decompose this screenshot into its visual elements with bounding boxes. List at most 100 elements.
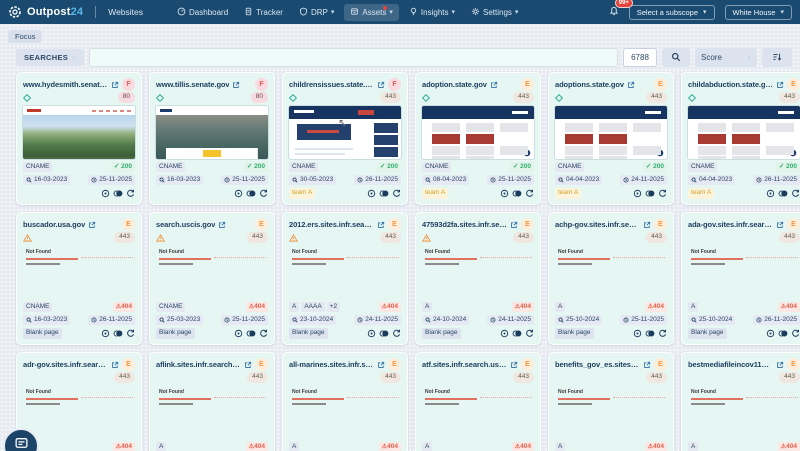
screenshot-icon[interactable] — [500, 329, 509, 338]
record-type-chip: A — [688, 441, 699, 451]
refresh-icon[interactable] — [525, 329, 534, 338]
external-link-icon[interactable] — [643, 361, 651, 369]
external-link-icon[interactable] — [377, 221, 385, 229]
screenshot-icon[interactable] — [101, 329, 110, 338]
external-link-icon[interactable] — [776, 221, 784, 229]
external-link-icon[interactable] — [627, 81, 635, 89]
refresh-icon[interactable] — [392, 189, 401, 198]
refresh-icon[interactable] — [259, 329, 268, 338]
website-card[interactable]: search.uscis.gov E 443 Not Found ↖ CNAME… — [149, 212, 275, 345]
site-thumbnail: Not Found ↖ — [422, 106, 534, 159]
search-button[interactable] — [662, 48, 690, 67]
website-card[interactable]: buscador.usa.gov E 443 Not Found ↖ CNAME… — [16, 212, 142, 345]
website-card[interactable]: achp-gov.sites.infr.search... E 443 Not … — [548, 212, 674, 345]
screenshot-icon[interactable] — [766, 329, 775, 338]
screenshot-icon[interactable] — [766, 189, 775, 198]
external-link-icon[interactable] — [643, 221, 651, 229]
search-input[interactable] — [88, 48, 618, 67]
external-link-icon[interactable] — [244, 361, 252, 369]
external-link-icon[interactable] — [510, 361, 518, 369]
website-card[interactable]: ada-gov.sites.infr.search... E 443 Not F… — [681, 212, 800, 345]
external-link-icon[interactable] — [111, 361, 119, 369]
port-badge: 443 — [779, 372, 800, 383]
searches-dropdown[interactable]: SEARCHES — [16, 49, 84, 66]
external-link-icon[interactable] — [377, 361, 385, 369]
nav-item-dashboard[interactable]: Dashboard — [171, 4, 234, 21]
website-card[interactable]: bestmediafileincov11711hec... E 443 Not … — [681, 352, 800, 451]
record-chips: A AAAA +2 — [289, 301, 341, 313]
website-card[interactable]: adoptions.state.gov E 443 Not Found ↖ CN… — [548, 72, 674, 205]
website-card[interactable]: childabduction.state.gov E 443 Not Found… — [681, 72, 800, 205]
site-thumbnail: Not Found ↖ — [23, 246, 135, 299]
website-card[interactable]: 47593d2fa.sites.infr.searc... E 443 Not … — [415, 212, 541, 345]
compare-icon[interactable] — [246, 189, 256, 198]
external-link-icon[interactable] — [232, 81, 240, 89]
refresh-icon[interactable] — [658, 189, 667, 198]
port-badge: 443 — [513, 372, 534, 383]
compare-icon[interactable] — [113, 189, 123, 198]
compare-icon[interactable] — [512, 329, 522, 338]
screenshot-icon[interactable] — [633, 329, 642, 338]
website-card[interactable]: all-marines.sites.infr.sea... E 443 Not … — [282, 352, 408, 451]
refresh-icon[interactable] — [791, 189, 800, 198]
website-card[interactable]: 2012.ers.sites.infr.search... E 443 Not … — [282, 212, 408, 345]
refresh-icon[interactable] — [658, 329, 667, 338]
refresh-icon[interactable] — [126, 329, 135, 338]
website-card[interactable]: benefits_gov_es.sites.infr... E 443 Not … — [548, 352, 674, 451]
external-link-icon[interactable] — [510, 221, 518, 229]
nav-item-settings[interactable]: Settings — [465, 4, 524, 21]
thumbnail-error-text: Not Found — [292, 249, 317, 255]
clock-icon — [756, 177, 762, 183]
nav-item-tracker[interactable]: Tracker — [238, 4, 289, 21]
compare-icon[interactable] — [645, 189, 655, 198]
compare-icon[interactable] — [246, 329, 256, 338]
compare-icon[interactable] — [113, 329, 123, 338]
expiry-date-chip: 24-11-2025 — [354, 314, 401, 326]
external-link-icon[interactable] — [490, 81, 498, 89]
notifications-button[interactable]: 99+ — [609, 0, 633, 21]
refresh-icon[interactable] — [259, 189, 268, 198]
screenshot-icon[interactable] — [633, 189, 642, 198]
card-domain: adoption.state.gov — [422, 80, 487, 89]
compare-icon[interactable] — [778, 329, 788, 338]
website-card[interactable]: childrensissues.state.gov F 443 Not Foun… — [282, 72, 408, 205]
refresh-icon[interactable] — [392, 329, 401, 338]
screenshot-icon[interactable] — [234, 329, 243, 338]
screenshot-icon[interactable] — [234, 189, 243, 198]
compare-icon[interactable] — [379, 189, 389, 198]
website-card[interactable]: aflink.sites.infr.search.u... E 443 Not … — [149, 352, 275, 451]
external-link-icon[interactable] — [776, 361, 784, 369]
website-card[interactable]: www.hydesmith.senate.gov F 80 Not Found … — [16, 72, 142, 205]
refresh-icon[interactable] — [126, 189, 135, 198]
score-dropdown[interactable]: Score — [695, 48, 757, 67]
scan-date-chip: 24-10-2024 — [422, 314, 470, 326]
compare-icon[interactable] — [778, 189, 788, 198]
refresh-icon[interactable] — [791, 329, 800, 338]
nav-item-drp[interactable]: DRP — [293, 4, 340, 21]
scope-select[interactable]: White House — [724, 4, 792, 20]
website-card[interactable]: www.tillis.senate.gov F 80 Not Found ↖ C… — [149, 72, 275, 205]
card-actions — [234, 189, 268, 198]
compare-icon[interactable] — [645, 329, 655, 338]
subscope-select[interactable]: Select a subscope — [628, 4, 715, 20]
compare-icon[interactable] — [379, 329, 389, 338]
screenshot-icon[interactable] — [367, 329, 376, 338]
website-card[interactable]: atf.sites.infr.search.usa... E 443 Not F… — [415, 352, 541, 451]
website-card[interactable]: adoption.state.gov E 443 Not Found ↖ CNA… — [415, 72, 541, 205]
compare-icon[interactable] — [512, 189, 522, 198]
external-link-icon[interactable] — [776, 81, 784, 89]
expiry-date-chip: 25-11-2025 — [221, 314, 268, 326]
external-link-icon[interactable] — [88, 221, 96, 229]
refresh-icon[interactable] — [525, 189, 534, 198]
external-link-icon[interactable] — [218, 221, 226, 229]
external-link-icon[interactable] — [377, 81, 385, 89]
nav-item-assets[interactable]: Assets — [344, 3, 399, 21]
screenshot-icon[interactable] — [101, 189, 110, 198]
nav-item-insights[interactable]: Insights — [403, 4, 461, 21]
sort-button[interactable] — [762, 48, 792, 67]
screenshot-icon[interactable] — [367, 189, 376, 198]
focus-chip[interactable]: Focus — [8, 30, 43, 43]
grade-badge: F — [122, 78, 135, 91]
screenshot-icon[interactable] — [500, 189, 509, 198]
external-link-icon[interactable] — [111, 81, 119, 89]
